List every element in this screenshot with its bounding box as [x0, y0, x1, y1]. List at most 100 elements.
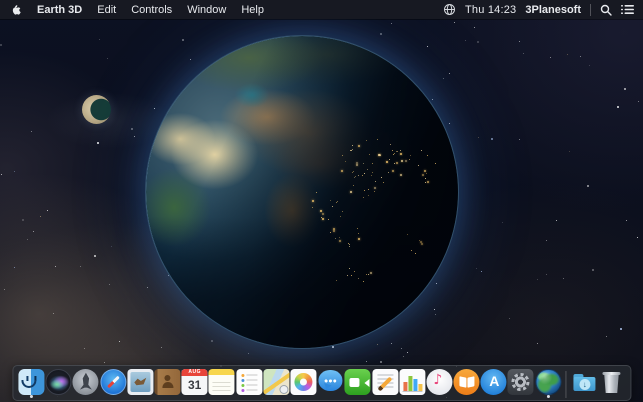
star: [0, 44, 2, 46]
menu-window[interactable]: Window: [187, 4, 226, 16]
siri-glyph: [46, 369, 72, 395]
star: [481, 271, 482, 272]
dock-notes-icon[interactable]: [209, 369, 235, 395]
menu-help[interactable]: Help: [241, 4, 264, 16]
city-light: [427, 181, 429, 183]
city-light: [350, 150, 351, 151]
earth-globe: [145, 35, 459, 349]
city-light: [337, 201, 338, 202]
city-light: [352, 149, 353, 150]
dock-photos-icon[interactable]: [290, 369, 316, 395]
city-light: [392, 170, 394, 172]
reminders-glyph: [236, 369, 262, 395]
dock-pages-icon[interactable]: [372, 369, 398, 395]
star: [119, 341, 120, 342]
city-light: [354, 177, 355, 178]
dock: AUG31 ↓: [12, 365, 631, 401]
star: [182, 39, 184, 41]
star: [14, 171, 15, 172]
dock-trash-icon[interactable]: [598, 369, 624, 395]
contacts-glyph: [154, 369, 180, 395]
star: [546, 240, 547, 241]
dock-reminders-icon[interactable]: [236, 369, 262, 395]
city-light: [374, 187, 376, 189]
city-light: [362, 175, 363, 176]
city-light: [353, 171, 354, 172]
dock-calendar-icon[interactable]: AUG31: [182, 369, 208, 395]
dock-mail-icon[interactable]: [127, 369, 153, 395]
star: [592, 269, 594, 271]
star: [556, 220, 557, 221]
star: [465, 40, 466, 41]
city-light: [339, 240, 341, 242]
star: [436, 283, 437, 284]
city-light: [368, 195, 369, 196]
dock-ibooks-icon[interactable]: [454, 369, 480, 395]
dock-numbers-icon[interactable]: [399, 369, 425, 395]
globe-status-icon[interactable]: [443, 3, 456, 16]
dock-safari-icon[interactable]: [100, 369, 126, 395]
dock-siri-icon[interactable]: [46, 369, 72, 395]
star: [509, 318, 510, 319]
city-light: [328, 219, 329, 220]
menu-separator: [590, 4, 591, 16]
notification-center-icon[interactable]: [621, 4, 634, 15]
city-light: [381, 177, 382, 178]
city-light: [383, 182, 384, 183]
city-light: [377, 139, 378, 140]
star: [637, 237, 638, 238]
city-light: [424, 170, 426, 172]
star: [435, 314, 436, 315]
dock-messages-icon[interactable]: [318, 369, 344, 395]
city-light: [393, 154, 394, 155]
running-indicator: [547, 395, 550, 398]
city-light: [379, 154, 381, 156]
city-light: [366, 140, 367, 141]
star: [332, 346, 334, 348]
dock-app-store-icon[interactable]: [481, 369, 507, 395]
launchpad-glyph: [73, 369, 99, 395]
city-light: [405, 160, 407, 162]
menu-clock[interactable]: Thu 14:23: [465, 4, 516, 16]
dock-facetime-icon[interactable]: [345, 369, 371, 395]
city-light: [339, 237, 340, 238]
star: [391, 23, 392, 24]
menu-vendor[interactable]: 3Planesoft: [525, 4, 581, 16]
city-light: [353, 185, 354, 186]
city-light: [322, 218, 324, 220]
city-light: [336, 202, 337, 203]
star: [22, 219, 24, 221]
city-light: [397, 151, 398, 152]
spotlight-search-icon[interactable]: [600, 4, 612, 16]
dock-earth-3d-icon[interactable]: [535, 369, 561, 395]
dock-contacts-icon[interactable]: [154, 369, 180, 395]
apple-menu-icon[interactable]: [11, 3, 23, 16]
star: [47, 210, 48, 211]
dock-finder-icon[interactable]: [19, 369, 45, 395]
app-store-glyph: [481, 369, 507, 395]
dock-itunes-icon[interactable]: [426, 369, 452, 395]
star: [99, 39, 100, 40]
star: [147, 287, 148, 288]
star: [587, 185, 589, 187]
menu-app-name[interactable]: Earth 3D: [37, 4, 82, 16]
star: [109, 284, 110, 285]
star: [97, 142, 99, 144]
calendar-glyph: AUG31: [182, 369, 208, 395]
photos-glyph: [290, 369, 316, 395]
star: [84, 348, 85, 349]
menu-controls[interactable]: Controls: [131, 4, 172, 16]
city-light: [425, 178, 426, 179]
city-light: [421, 243, 423, 245]
city-light: [369, 154, 370, 155]
city-light: [349, 246, 350, 247]
city-light: [332, 206, 333, 207]
dock-maps-icon[interactable]: [263, 369, 289, 395]
dock-system-preferences-icon[interactable]: [508, 369, 534, 395]
menu-edit[interactable]: Edit: [97, 4, 116, 16]
city-light: [400, 153, 402, 155]
star: [569, 151, 570, 152]
dock-launchpad-icon[interactable]: [73, 369, 99, 395]
pages-glyph: [372, 369, 398, 395]
dock-downloads-icon[interactable]: ↓: [571, 369, 597, 395]
